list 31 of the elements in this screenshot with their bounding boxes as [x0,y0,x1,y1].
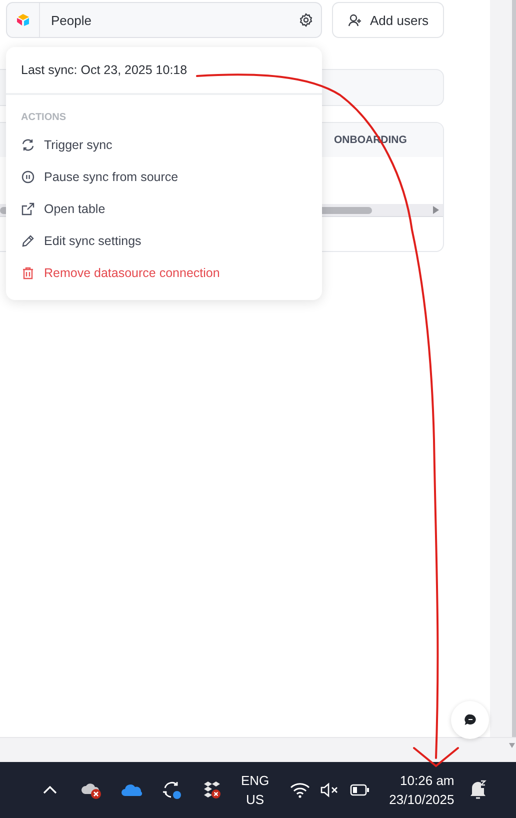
mute-icon[interactable] [320,782,340,798]
add-users-button[interactable]: Add users [332,2,444,38]
pencil-icon [21,234,35,248]
menu-item[interactable]: Pause sync from source [6,161,322,193]
logo-icon [16,14,30,26]
settings-icon[interactable] [299,13,313,27]
sync-icon[interactable] [162,780,182,800]
clock[interactable]: 10:26 am 23/10/2025 [389,771,454,809]
menu-item[interactable]: Open table [6,193,322,225]
battery-icon[interactable] [350,783,370,797]
last-sync-text: Last sync: Oct 23, 2025 10:18 [6,47,322,95]
language-indicator[interactable]: ENG US [241,771,270,809]
section-label: ACTIONS [20,111,67,125]
datasource-select[interactable]: People [6,2,322,38]
menu-item[interactable]: Trigger sync [6,129,322,161]
notification-bell-icon[interactable] [469,780,488,800]
cloud-icon[interactable] [121,783,143,797]
trash-icon [21,266,35,280]
datasource-name: People [50,12,92,30]
remove-menu-item[interactable]: Remove datasource connection [6,257,322,289]
dropbox-error-icon[interactable] [202,780,222,800]
scroll-right-icon[interactable] [433,206,439,214]
pause-icon [21,170,35,184]
refresh-icon [21,138,35,152]
chevron-up-icon[interactable] [43,786,57,794]
menu-item[interactable]: Edit sync settings [6,225,322,257]
add-user-icon [348,14,362,26]
external-link-icon [21,202,35,216]
chat-icon [464,714,476,726]
wifi-icon[interactable] [290,782,310,798]
chat-button[interactable] [451,701,489,739]
